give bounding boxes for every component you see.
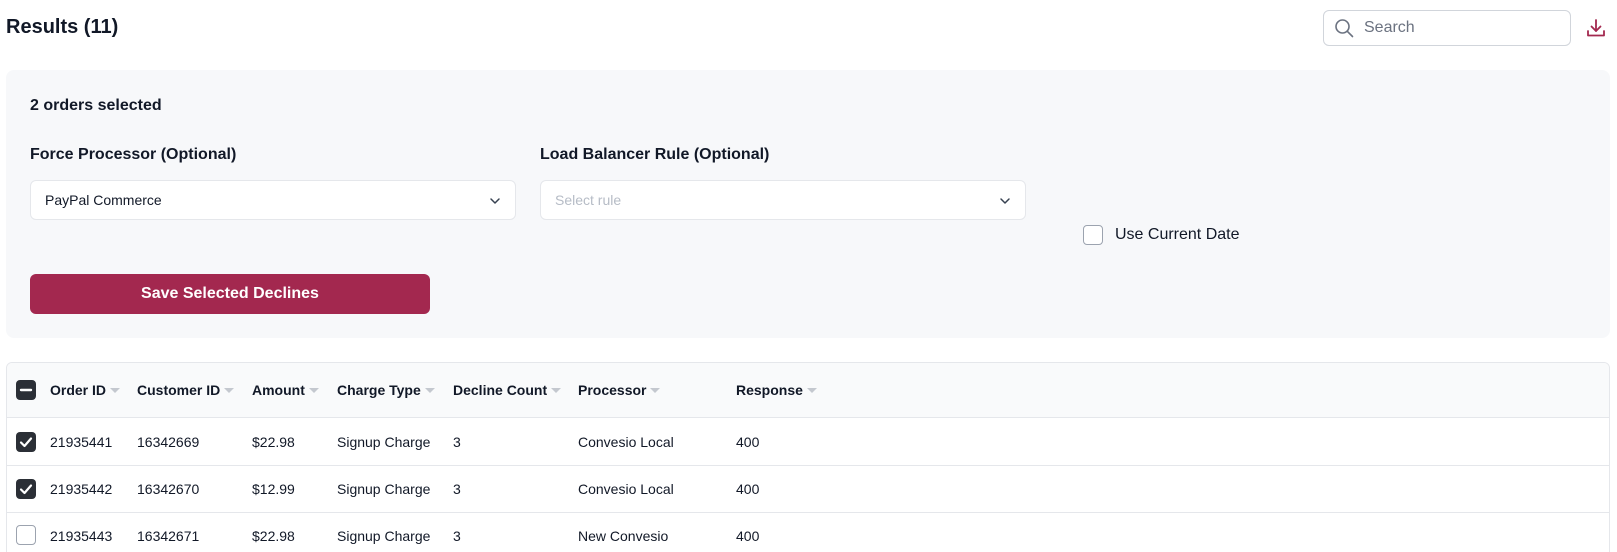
charge-type-cell: Signup Charge <box>337 481 431 497</box>
column-header-charge-type[interactable]: Charge Type <box>337 363 435 417</box>
column-header-decline-count[interactable]: Decline Count <box>453 363 562 417</box>
sort-icon[interactable] <box>551 388 562 393</box>
amount-cell: $22.98 <box>252 528 295 544</box>
table-row[interactable]: 21935443 16342671 $22.98 Signup Charge 3… <box>7 513 1609 552</box>
force-processor-label: Force Processor (Optional) <box>30 146 237 163</box>
chevron-down-icon <box>490 198 500 204</box>
column-header-order-id[interactable]: Order ID <box>50 363 121 417</box>
order-id-cell: 21935443 <box>50 528 113 544</box>
page-title: Results (11) <box>6 16 119 38</box>
sort-icon[interactable] <box>110 388 121 393</box>
column-header-processor[interactable]: Processor <box>578 363 661 417</box>
charge-type-cell: Signup Charge <box>337 528 431 544</box>
save-selected-declines-button[interactable]: Save Selected Declines <box>30 274 430 314</box>
bulk-action-panel: 2 orders selected Force Processor (Optio… <box>6 70 1610 338</box>
load-balancer-label: Load Balancer Rule (Optional) <box>540 146 770 163</box>
table-row[interactable]: 21935442 16342670 $12.99 Signup Charge 3… <box>7 466 1609 513</box>
processor-cell: Convesio Local <box>578 481 674 497</box>
table-header: Order ID Customer ID Amount Charge Type … <box>7 363 1609 418</box>
order-id-cell: 21935441 <box>50 434 113 450</box>
response-cell: 400 <box>736 434 760 450</box>
sort-icon[interactable] <box>650 388 661 393</box>
column-header-customer-id[interactable]: Customer ID <box>137 363 235 417</box>
amount-cell: $22.98 <box>252 434 295 450</box>
sort-icon[interactable] <box>424 388 435 393</box>
column-header-response[interactable]: Response <box>736 363 817 417</box>
results-header: Results (11) <box>0 0 1617 58</box>
row-checkbox[interactable] <box>16 479 36 499</box>
search-box[interactable] <box>1323 10 1571 46</box>
use-current-date-label: Use Current Date <box>1115 226 1240 243</box>
decline-count-cell: 3 <box>453 481 461 497</box>
sort-icon[interactable] <box>308 388 319 393</box>
response-cell: 400 <box>736 481 760 497</box>
charge-type-cell: Signup Charge <box>337 434 431 450</box>
amount-cell: $12.99 <box>252 481 295 497</box>
column-header-amount[interactable]: Amount <box>252 363 319 417</box>
processor-cell: Convesio Local <box>578 434 674 450</box>
selected-count: 2 orders selected <box>30 97 162 114</box>
load-balancer-placeholder: Select rule <box>555 192 622 208</box>
row-checkbox[interactable] <box>16 525 36 545</box>
sort-icon[interactable] <box>806 388 817 393</box>
force-processor-value: PayPal Commerce <box>45 192 162 208</box>
load-balancer-select[interactable]: Select rule <box>540 180 1026 220</box>
sort-icon[interactable] <box>224 388 235 393</box>
response-cell: 400 <box>736 528 760 544</box>
force-processor-select[interactable]: PayPal Commerce <box>30 180 516 220</box>
customer-id-cell: 16342670 <box>137 481 200 497</box>
search-input[interactable] <box>1364 17 1564 39</box>
download-icon[interactable] <box>1585 17 1607 39</box>
customer-id-cell: 16342669 <box>137 434 200 450</box>
order-id-cell: 21935442 <box>50 481 113 497</box>
select-all-checkbox[interactable] <box>16 380 36 400</box>
decline-count-cell: 3 <box>453 528 461 544</box>
processor-cell: New Convesio <box>578 528 669 544</box>
use-current-date-checkbox[interactable] <box>1083 225 1103 245</box>
table-row[interactable]: 21935441 16342669 $22.98 Signup Charge 3… <box>7 419 1609 466</box>
chevron-down-icon <box>1000 198 1010 204</box>
decline-count-cell: 3 <box>453 434 461 450</box>
row-checkbox[interactable] <box>16 432 36 452</box>
declines-table: Order ID Customer ID Amount Charge Type … <box>6 362 1610 552</box>
search-icon <box>1335 19 1354 38</box>
customer-id-cell: 16342671 <box>137 528 200 544</box>
